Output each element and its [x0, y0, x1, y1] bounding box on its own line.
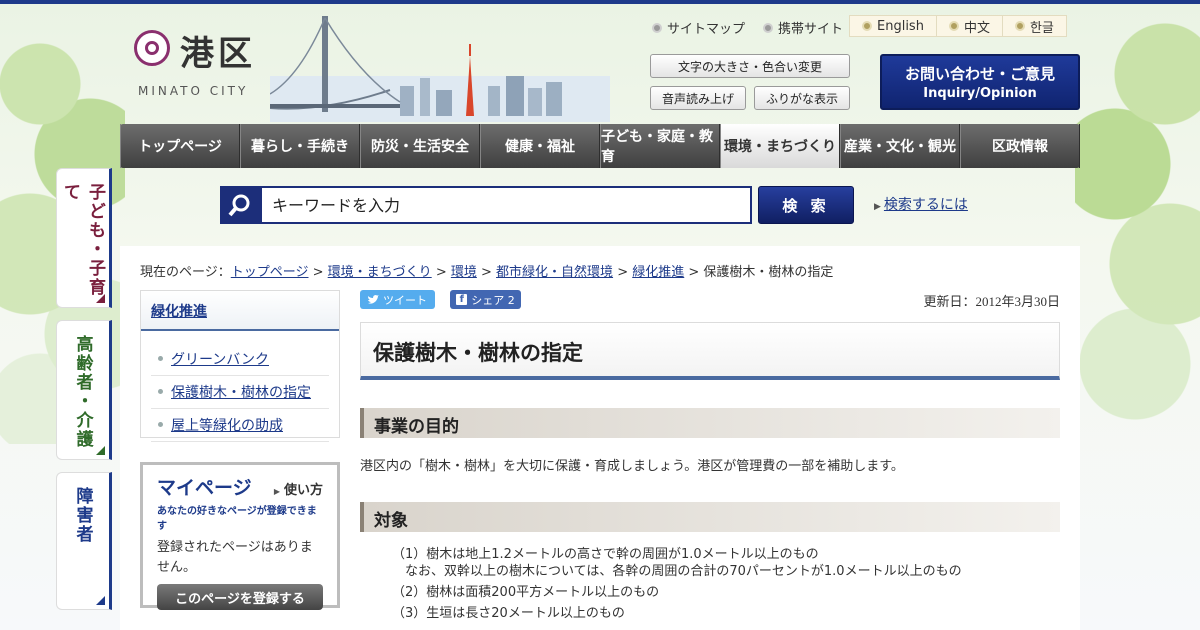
nav-disaster-safety[interactable]: 防災・生活安全 — [360, 124, 480, 168]
side-tab-children[interactable]: 子ども・子育て — [56, 168, 112, 308]
nav-top[interactable]: トップページ — [120, 124, 240, 168]
local-nav-list: グリーンバンク 保護樹木・樹林の指定 屋上等緑化の助成 — [141, 331, 339, 442]
list-item: （3）生垣は長さ20メートル以上のもの — [392, 606, 625, 621]
local-nav-heading-link[interactable]: 緑化推進 — [151, 304, 207, 320]
lang-chinese-link[interactable]: 中文 — [937, 16, 1003, 36]
side-tab-disability[interactable]: 障害者 — [56, 472, 112, 610]
mypage-box: マイページ 使い方 あなたの好きなページが登録できます 登録されたページはありま… — [140, 462, 340, 610]
inquiry-label-en: Inquiry/Opinion — [923, 86, 1037, 101]
sitemap-link[interactable]: サイトマップ — [652, 18, 745, 37]
list-item: （2）樹林は面積200平方メートル以上のもの — [392, 585, 660, 600]
rainbow-bridge-skyline-image — [270, 16, 610, 122]
breadcrumb: 現在のページ：トップページ > 環境・まちづくり > 環境 > 都市緑化・自然環… — [140, 265, 834, 280]
utility-links: サイトマップ 携帯サイト — [652, 18, 843, 37]
list-item: 保護樹木・樹林の指定 — [151, 376, 329, 409]
bullet-icon — [652, 22, 662, 33]
mypage-message: 登録されたページはありません。 — [157, 540, 313, 575]
nav-environment[interactable]: 環境・まちづくり — [720, 124, 840, 168]
bullet-icon — [862, 21, 872, 31]
top-accent-line — [0, 0, 1200, 4]
foliage-decoration-right — [1075, 4, 1200, 444]
side-tab-elderly[interactable]: 高齢者・介護 — [56, 320, 112, 460]
breadcrumb-link[interactable]: トップページ — [231, 265, 309, 280]
breadcrumb-link[interactable]: 環境・まちづくり — [328, 265, 432, 280]
nav-children-education[interactable]: 子ども・家庭・教育 — [600, 124, 720, 168]
furigana-button[interactable]: ふりがな表示 — [754, 86, 850, 110]
local-nav-protected-trees[interactable]: 保護樹木・樹林の指定 — [171, 385, 311, 401]
inquiry-button[interactable]: お問い合わせ・ご意見 Inquiry/Opinion — [880, 54, 1080, 110]
voice-read-button[interactable]: 音声読み上げ — [650, 86, 746, 110]
site-logo-name[interactable]: 港区 — [180, 26, 256, 75]
local-nav-green-bank[interactable]: グリーンバンク — [171, 352, 269, 368]
breadcrumb-link[interactable]: 緑化推進 — [632, 265, 684, 280]
nav-living[interactable]: 暮らし・手続き — [240, 124, 360, 168]
section-heading-purpose: 事業の目的 — [360, 408, 1060, 438]
font-size-color-button[interactable]: 文字の大きさ・色合い変更 — [650, 54, 850, 78]
purpose-paragraph: 港区内の「樹木・樹林」を大切に保護・育成しましょう。港区が管理費の一部を補助しま… — [360, 459, 904, 474]
list-item: （1）樹木は地上1.2メートルの高さで幹の周囲が1.0メートル以上のもの — [392, 547, 819, 562]
mypage-subtitle: あなたの好きなページが登録できます — [157, 506, 317, 532]
language-switcher: English 中文 한글 — [849, 15, 1067, 37]
search-input[interactable] — [260, 186, 752, 224]
local-nav: 緑化推進 グリーンバンク 保護樹木・樹林の指定 屋上等緑化の助成 — [140, 290, 340, 442]
site-logo-sub: MINATO CITY — [138, 84, 249, 98]
breadcrumb-link[interactable]: 環境 — [451, 265, 477, 280]
facebook-share-button[interactable]: f シェア 2 — [450, 290, 521, 309]
updated-date: 更新日：2012年3月30日 — [923, 294, 1060, 309]
mobile-site-link[interactable]: 携帯サイト — [763, 18, 843, 37]
mypage-howto-link[interactable]: 使い方 — [274, 479, 323, 498]
side-tab-disability-label: 障害者 — [72, 487, 93, 544]
list-item: 屋上等緑化の助成 — [151, 409, 329, 442]
target-list: （1）樹木は地上1.2メートルの高さで幹の周囲が1.0メートル以上のもの なお、… — [392, 546, 962, 626]
nav-industry-culture[interactable]: 産業・文化・観光 — [840, 124, 960, 168]
corner-arrow-icon — [96, 446, 105, 455]
minato-logo-icon[interactable] — [134, 30, 170, 66]
breadcrumb-current: 保護樹木・樹林の指定 — [703, 265, 834, 280]
register-page-button[interactable]: このページを登録する — [157, 584, 323, 610]
search-icon — [220, 186, 260, 224]
section-heading-target: 対象 — [360, 502, 1060, 532]
local-nav-heading: 緑化推進 — [141, 291, 339, 331]
tweet-button[interactable]: ツイート — [360, 290, 435, 309]
list-item: グリーンバンク — [151, 343, 329, 376]
corner-arrow-icon — [96, 596, 105, 605]
bullet-icon — [763, 22, 774, 33]
local-nav-rooftop-greening[interactable]: 屋上等緑化の助成 — [171, 418, 283, 434]
list-item: なお、双幹以上の樹木については、各幹の周囲の合計の70パーセントが1.0メートル… — [392, 564, 962, 579]
twitter-bird-icon — [368, 294, 379, 304]
search-help-link[interactable]: 検索するには — [874, 194, 968, 214]
side-tab-children-label: 子ども・子育て — [60, 183, 105, 297]
bullet-icon — [948, 21, 959, 31]
breadcrumb-link[interactable]: 都市緑化・自然環境 — [496, 265, 613, 280]
search-button[interactable]: 検 索 — [758, 186, 854, 224]
inquiry-label-ja: お問い合わせ・ご意見 — [904, 65, 1055, 83]
nav-health-welfare[interactable]: 健康・福祉 — [480, 124, 600, 168]
page-title-box: 保護樹木・樹林の指定 — [360, 322, 1060, 380]
bullet-icon — [1014, 21, 1025, 31]
nav-administration[interactable]: 区政情報 — [960, 124, 1080, 168]
facebook-icon: f — [456, 294, 468, 305]
side-tab-elderly-label: 高齢者・介護 — [72, 335, 93, 449]
lang-korean-link[interactable]: 한글 — [1003, 16, 1066, 36]
global-nav: トップページ 暮らし・手続き 防災・生活安全 健康・福祉 子ども・家庭・教育 環… — [120, 124, 1080, 168]
lang-english-link[interactable]: English — [850, 16, 937, 36]
page-title: 保護樹木・樹林の指定 — [373, 341, 583, 365]
corner-arrow-icon — [96, 294, 105, 303]
